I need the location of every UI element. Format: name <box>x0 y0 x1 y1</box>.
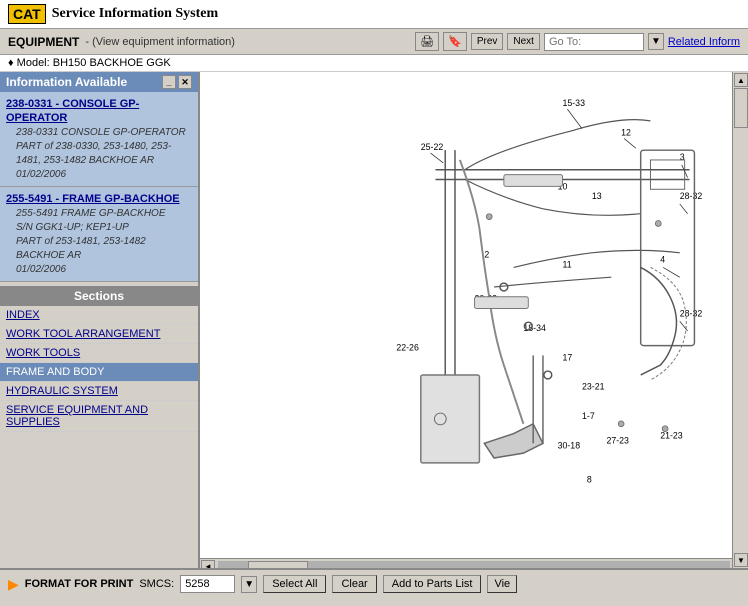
diagram-container[interactable]: 15-33 12 3 25-22 10 13 28-32 2 11 20-32 … <box>200 72 748 558</box>
view-info-text: - (View equipment information) <box>85 36 235 48</box>
model-row: ♦ Model: BH150 BACKHOE GGK <box>0 55 748 72</box>
cat-logo: CAT <box>8 4 46 24</box>
svg-text:28-32: 28-32 <box>680 308 703 318</box>
h-scroll-track[interactable] <box>218 561 730 569</box>
nav-service-equip[interactable]: SERVICE EQUIPMENT AND SUPPLIES <box>0 401 198 432</box>
svg-text:22-26: 22-26 <box>396 343 419 353</box>
svg-text:25-22: 25-22 <box>421 142 444 152</box>
print-icon-btn[interactable]: 🖨 <box>415 32 439 51</box>
v-scroll-thumb[interactable] <box>734 88 748 128</box>
svg-text:23-21: 23-21 <box>582 382 605 392</box>
nav-hydraulic[interactable]: HYDRAULIC SYSTEM <box>0 382 198 401</box>
nav-work-tool-arrangement[interactable]: WORK TOOL ARRANGEMENT <box>0 325 198 344</box>
svg-text:13: 13 <box>592 191 602 201</box>
toolbar-icons: 🖨 🔖 Prev Next ▼ Related Inform <box>415 32 740 51</box>
nav-work-tools[interactable]: WORK TOOLS <box>0 344 198 363</box>
related-info-link[interactable]: Related Inform <box>668 36 740 48</box>
smcs-label: SMCS: <box>139 578 174 590</box>
svg-text:17: 17 <box>563 352 573 362</box>
item2-sn: S/N GGK1-UP; KEP1-UP <box>16 222 129 233</box>
equipment-label: EQUIPMENT <box>8 35 79 49</box>
goto-dropdown-btn[interactable]: ▼ <box>648 33 664 50</box>
left-panel: Information Available _ ✕ 238-0331 - CON… <box>0 72 200 568</box>
view-button[interactable]: Vie <box>487 575 517 593</box>
svg-text:2: 2 <box>484 250 489 260</box>
nav-frame-body[interactable]: FRAME AND BODY <box>0 363 198 382</box>
goto-input[interactable] <box>544 33 644 51</box>
item2-detail: 255-5491 FRAME GP-BACKHOE S/N GGK1-UP; K… <box>6 207 192 277</box>
header: CAT Service Information System <box>0 0 748 29</box>
panel-header: Information Available _ ✕ <box>0 72 198 92</box>
system-title: Service Information System <box>52 6 218 22</box>
info-item-1: 238-0331 - CONSOLE GP-OPERATOR 238-0331 … <box>0 92 198 187</box>
svg-text:27-23: 27-23 <box>606 435 629 445</box>
item2-date: 01/02/2006 <box>16 264 66 275</box>
toolbar: EQUIPMENT - (View equipment information)… <box>0 29 748 55</box>
bottom-bar: ▶ FORMAT FOR PRINT SMCS: ▼ Select All Cl… <box>0 568 748 598</box>
svg-text:21-23: 21-23 <box>660 430 683 440</box>
svg-text:28-32: 28-32 <box>680 191 703 201</box>
minimize-btn[interactable]: _ <box>162 75 176 89</box>
nav-index[interactable]: INDEX <box>0 306 198 325</box>
smcs-input[interactable] <box>180 575 235 593</box>
next-button[interactable]: Next <box>507 33 540 50</box>
prev-button[interactable]: Prev <box>471 33 504 50</box>
scroll-down-btn[interactable]: ▼ <box>734 553 748 567</box>
sections-header: Sections <box>0 286 198 306</box>
item1-date: 01/02/2006 <box>16 169 66 180</box>
model-prefix: ♦ Model: <box>8 57 50 69</box>
item2-link[interactable]: 255-5491 - FRAME GP-BACKHOE <box>6 193 180 205</box>
svg-text:4: 4 <box>660 255 665 265</box>
select-all-button[interactable]: Select All <box>263 575 326 593</box>
model-value: BH150 BACKHOE GGK <box>53 57 171 69</box>
h-scroll-thumb[interactable] <box>248 561 308 569</box>
svg-text:3: 3 <box>680 152 685 162</box>
format-label: FORMAT FOR PRINT <box>25 578 134 590</box>
orange-indicator: ▶ <box>8 576 19 593</box>
close-btn[interactable]: ✕ <box>178 75 192 89</box>
smcs-dropdown-btn[interactable]: ▼ <box>241 576 257 593</box>
add-to-parts-button[interactable]: Add to Parts List <box>383 575 482 593</box>
panel-title: Information Available <box>6 75 127 89</box>
svg-text:15-33: 15-33 <box>563 98 586 108</box>
main-content: Information Available _ ✕ 238-0331 - CON… <box>0 72 748 568</box>
item1-detail-text: 238-0331 CONSOLE GP-OPERATOR <box>16 127 186 138</box>
item1-link[interactable]: 238-0331 - CONSOLE GP-OPERATOR <box>6 98 139 124</box>
scroll-up-btn[interactable]: ▲ <box>734 73 748 87</box>
scroll-left-btn[interactable]: ◄ <box>201 560 215 569</box>
item2-detail-text: 255-5491 FRAME GP-BACKHOE <box>16 208 166 219</box>
panel-close-btns: _ ✕ <box>162 75 192 89</box>
svg-text:1-7: 1-7 <box>582 411 595 421</box>
clear-button[interactable]: Clear <box>332 575 376 593</box>
parts-diagram: 15-33 12 3 25-22 10 13 28-32 2 11 20-32 … <box>200 72 710 502</box>
item1-part-of: PART of 238-0330, 253-1480, 253-1481, 25… <box>16 141 171 166</box>
svg-text:30-18: 30-18 <box>558 440 581 450</box>
svg-text:18-34: 18-34 <box>523 323 546 333</box>
svg-text:12: 12 <box>621 128 631 138</box>
svg-text:11: 11 <box>563 259 572 269</box>
bookmark-icon-btn[interactable]: 🔖 <box>443 32 467 51</box>
info-item-2: 255-5491 - FRAME GP-BACKHOE 255-5491 FRA… <box>0 187 198 282</box>
svg-text:8: 8 <box>587 474 592 484</box>
item1-detail: 238-0331 CONSOLE GP-OPERATOR PART of 238… <box>6 126 192 182</box>
right-panel: 15-33 12 3 25-22 10 13 28-32 2 11 20-32 … <box>200 72 748 568</box>
item2-part-of: PART of 253-1481, 253-1482 BACKHOE AR <box>16 236 146 261</box>
horizontal-scrollbar[interactable]: ◄ ► <box>200 558 748 568</box>
vertical-scrollbar[interactable]: ▲ ▼ <box>732 72 748 568</box>
